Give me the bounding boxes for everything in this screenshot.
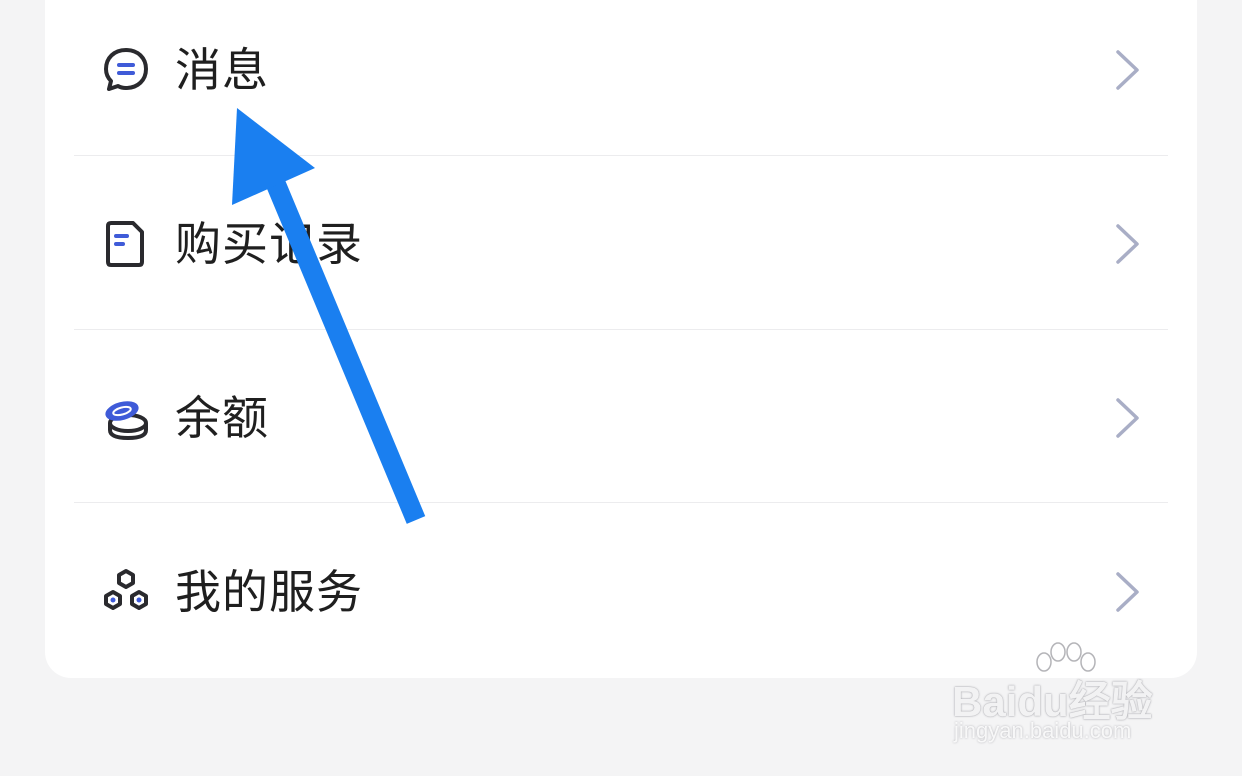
menu-card: 消息 购买记录 余额 我的服务 [45,0,1197,678]
menu-item-label: 消息 [175,43,269,97]
menu-item-balance[interactable]: 余额 [45,332,1197,505]
menu-item-purchase-records[interactable]: 购买记录 [45,158,1197,331]
chevron-right-icon [1113,396,1141,440]
screen: 消息 购买记录 余额 我的服务 Baidu经验 jingyan.baidu.co… [0,0,1242,776]
document-icon [101,219,151,269]
menu-item-label: 我的服务 [175,565,363,619]
menu-item-messages[interactable]: 消息 [45,0,1197,157]
chevron-right-icon [1113,570,1141,614]
divider [74,155,1168,156]
menu-item-my-services[interactable]: 我的服务 [45,506,1197,679]
menu-item-label: 购买记录 [175,217,363,271]
divider [74,502,1168,503]
watermark-url: jingyan.baidu.com [954,718,1132,743]
services-icon [101,567,151,617]
divider [74,329,1168,330]
chevron-right-icon [1113,222,1141,266]
menu-item-label: 余额 [175,391,269,445]
chevron-right-icon [1113,48,1141,92]
message-bubble-icon [101,45,151,95]
coins-icon [101,393,151,443]
